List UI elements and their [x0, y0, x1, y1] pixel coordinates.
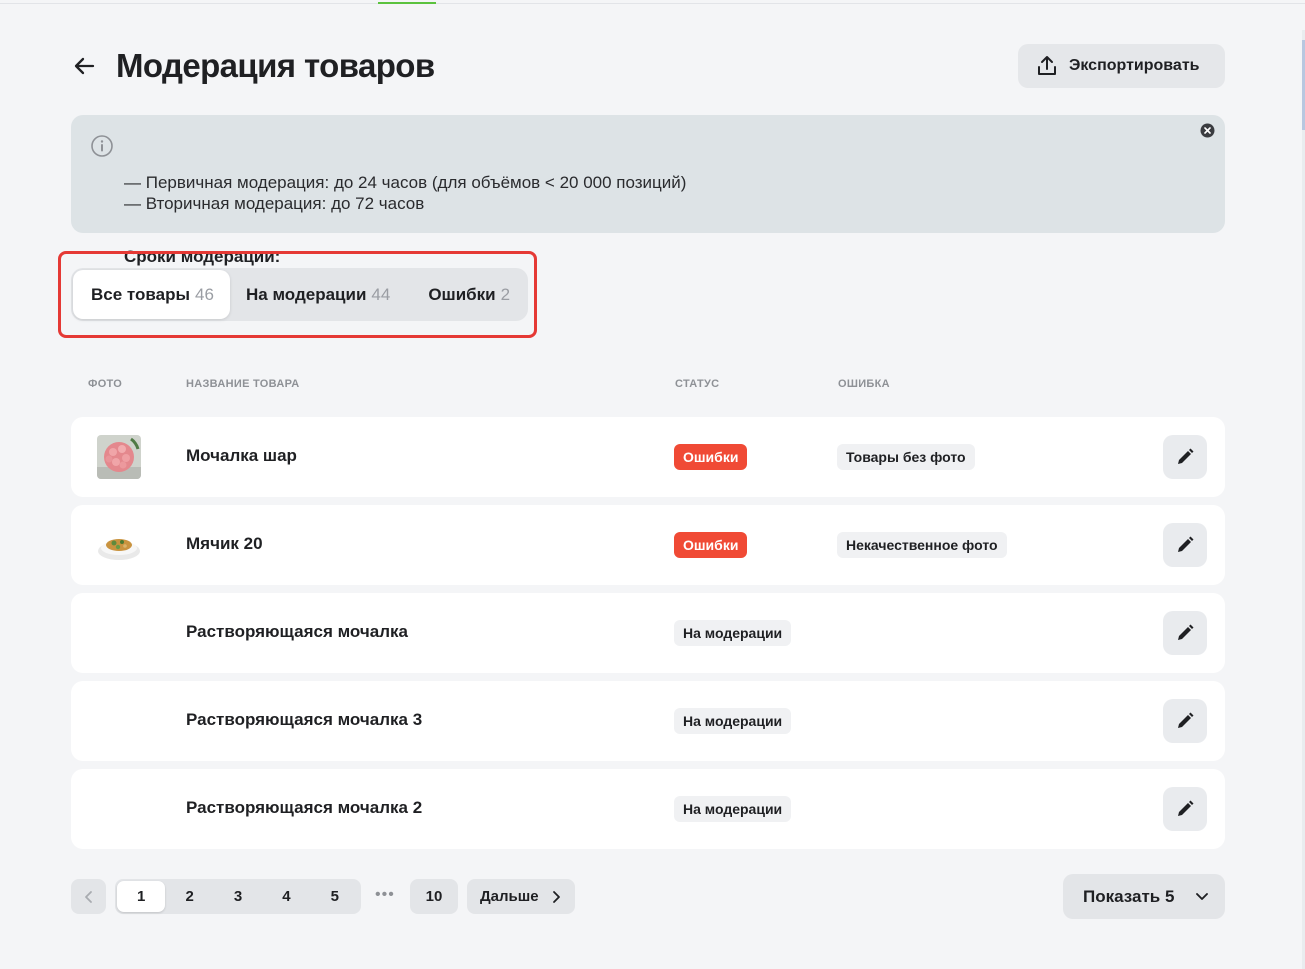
pencil-icon	[1178, 448, 1194, 464]
page-button-3[interactable]: 3	[214, 881, 262, 912]
arrow-left-icon	[74, 57, 95, 75]
previous-page-button[interactable]	[71, 879, 106, 914]
notice-line: — Вторичная модерация: до 72 часов	[124, 194, 425, 213]
status-badge: На модерации	[674, 620, 792, 646]
product-name: Мочалка шар	[186, 446, 297, 465]
column-header-photo: ФОТО	[88, 378, 123, 390]
page-button-5[interactable]: 5	[311, 881, 359, 912]
upload-icon	[1038, 56, 1056, 75]
error-chip: Товары без фото	[837, 444, 975, 470]
page-button-1[interactable]: 1	[117, 881, 166, 912]
table-row[interactable]: Растворяющаяся мочалка 3 На модерации	[71, 681, 1225, 761]
tab-on-moderation[interactable]: На модерации 44	[230, 270, 408, 319]
product-name: Растворяющаяся мочалка	[186, 622, 408, 641]
status-badge: На модерации	[674, 796, 792, 822]
info-icon	[91, 135, 113, 157]
edit-button[interactable]	[1163, 611, 1207, 655]
edit-button[interactable]	[1163, 435, 1207, 479]
page-button-2[interactable]: 2	[165, 881, 213, 912]
tab-errors[interactable]: Ошибки 2	[408, 270, 528, 319]
page-header: Модерация товаров Экспортировать	[70, 44, 1225, 88]
status-badge: Ошибки	[674, 532, 748, 558]
export-button[interactable]: Экспортировать	[1018, 44, 1225, 88]
page-numbers: 1 2 3 4 5	[115, 879, 361, 914]
notice-text: — Первичная модерация: до 24 часов (для …	[124, 172, 686, 214]
edit-button[interactable]	[1163, 523, 1207, 567]
page-button-10[interactable]: 10	[410, 879, 458, 914]
edit-button[interactable]	[1163, 699, 1207, 743]
page-title: Модерация товаров	[116, 47, 435, 84]
moderation-notice: Сроки модерации: — Первичная модерация: …	[71, 115, 1225, 266]
tab-count: 44	[371, 284, 391, 304]
status-badge: Ошибки	[674, 444, 748, 470]
tab-count: 46	[194, 284, 214, 304]
tab-all-products[interactable]: Все товары 46	[73, 270, 230, 319]
table-row[interactable]: Мочалка шар Ошибки Товары без фото	[71, 417, 1225, 497]
next-page-label: Дальше	[480, 888, 539, 905]
back-button[interactable]	[70, 52, 98, 80]
pencil-icon	[1178, 800, 1194, 816]
tab-label: Все товары	[91, 284, 190, 304]
table-row[interactable]: Растворяющаяся мочалка На модерации	[71, 593, 1225, 673]
product-name: Растворяющаяся мочалка 3	[186, 710, 423, 729]
chevron-right-icon	[552, 890, 560, 903]
page-size-label: Показать 5	[1083, 886, 1175, 906]
column-header-error: ОШИБКА	[838, 378, 890, 390]
page-button-4[interactable]: 4	[262, 881, 310, 912]
product-name: Растворяющаяся мочалка 2	[186, 798, 423, 817]
product-photo[interactable]	[97, 523, 141, 567]
chevron-left-icon	[84, 890, 92, 903]
notice-line: — Первичная модерация: до 24 часов (для …	[124, 173, 687, 192]
pencil-icon	[1178, 536, 1194, 552]
sponge-ball-image	[97, 435, 141, 479]
column-header-name: НАЗВАНИЕ ТОВАРА	[186, 378, 300, 390]
status-tabs: Все товары 46 На модерации 44 Ошибки 2	[71, 268, 528, 321]
tab-count: 2	[500, 284, 511, 304]
pencil-icon	[1178, 712, 1194, 728]
pagination-ellipsis: •••	[375, 886, 395, 903]
close-icon[interactable]	[1200, 123, 1215, 138]
page-size-select[interactable]: Показать 5	[1063, 874, 1225, 919]
status-badge: На модерации	[674, 708, 792, 734]
product-name: Мячик 20	[186, 534, 263, 553]
export-button-label: Экспортировать	[1069, 57, 1200, 74]
tab-label: Ошибки	[428, 284, 496, 304]
next-page-button[interactable]: Дальше	[467, 879, 575, 914]
product-photo[interactable]	[97, 435, 141, 479]
active-nav-indicator	[378, 2, 436, 4]
table-row[interactable]: Мячик 20 Ошибки Некачественное фото	[71, 505, 1225, 585]
error-chip: Некачественное фото	[837, 532, 1007, 558]
top-bar	[0, 0, 1305, 4]
food-plate-image	[97, 523, 141, 567]
column-header-status: СТАТУС	[675, 378, 720, 390]
chevron-down-icon	[1196, 893, 1208, 900]
edit-button[interactable]	[1163, 787, 1207, 831]
table-row[interactable]: Растворяющаяся мочалка 2 На модерации	[71, 769, 1225, 849]
pencil-icon	[1178, 624, 1194, 640]
tab-label: На модерации	[246, 284, 367, 304]
